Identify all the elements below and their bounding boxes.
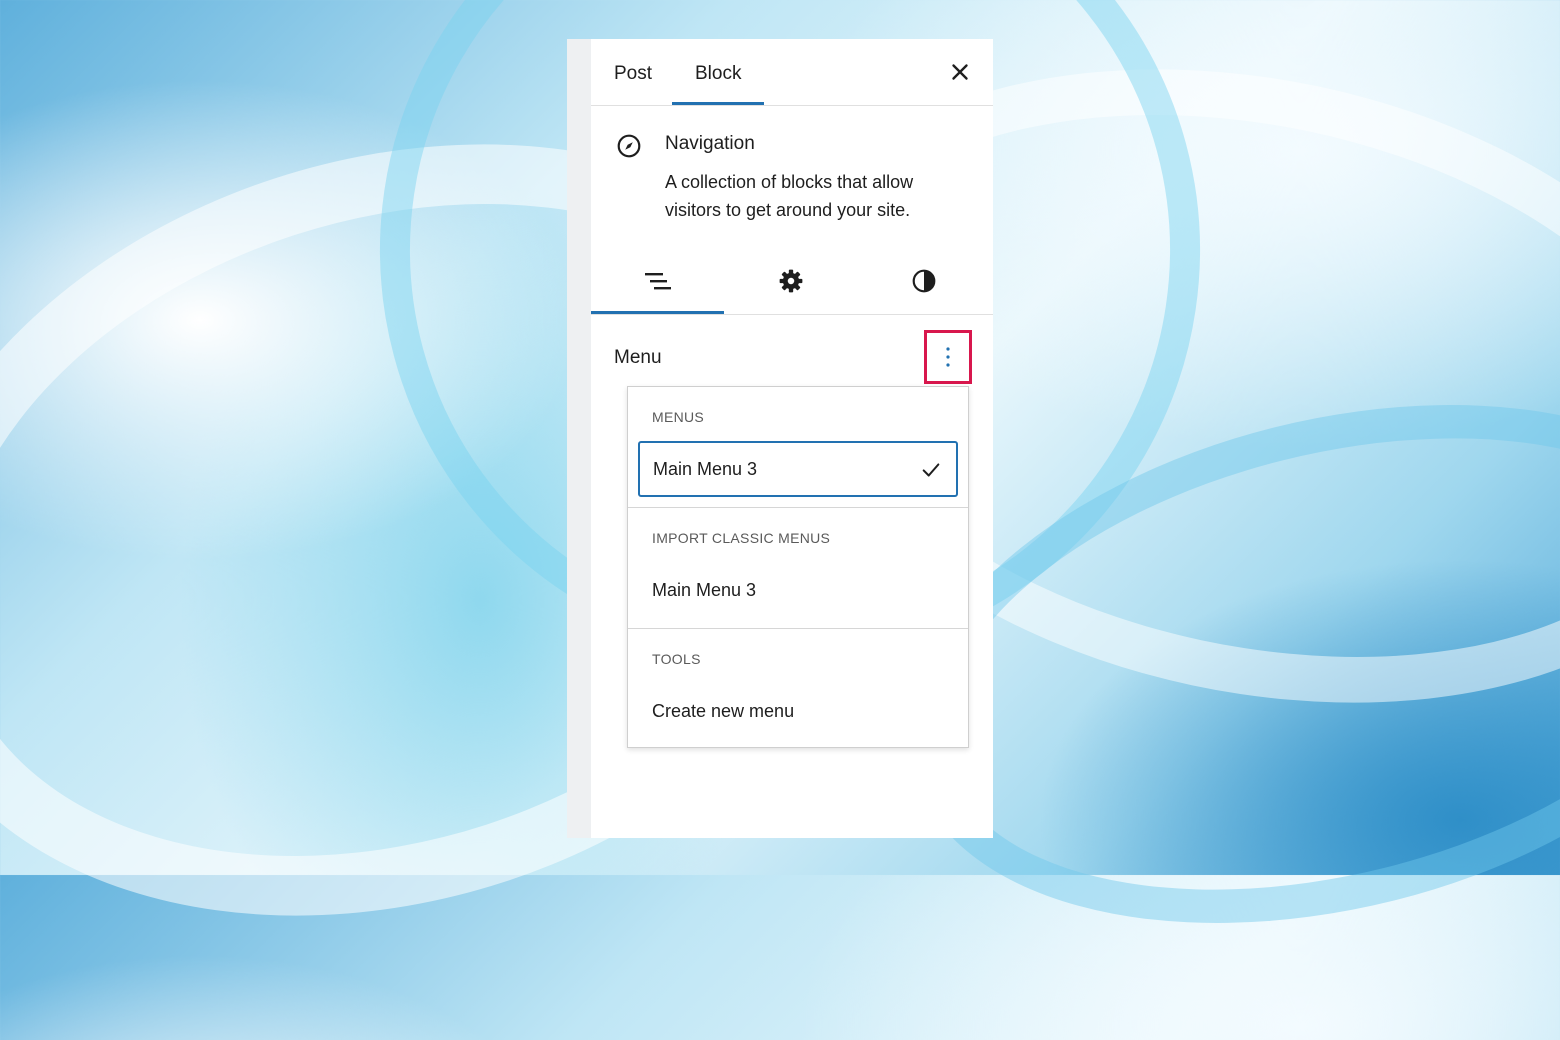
sidebar-tabs: Post Block bbox=[591, 39, 993, 106]
group-title: IMPORT CLASSIC MENUS bbox=[652, 530, 831, 546]
list-view-icon bbox=[644, 273, 671, 290]
gear-icon bbox=[779, 269, 802, 293]
group-title: TOOLS bbox=[652, 651, 701, 667]
tab-styles[interactable] bbox=[857, 248, 990, 314]
tools-group: TOOLS Create new menu bbox=[628, 629, 968, 749]
contrast-icon bbox=[912, 269, 935, 293]
menus-group: MENUS Main Menu 3 bbox=[628, 387, 968, 508]
vertical-ellipsis-icon bbox=[946, 347, 950, 367]
active-tab-indicator bbox=[591, 311, 724, 314]
import-classic-menus-group: IMPORT CLASSIC MENUS Main Menu 3 bbox=[628, 508, 968, 629]
menu-option-selected[interactable]: Main Menu 3 bbox=[638, 441, 958, 497]
classic-menu-option[interactable]: Main Menu 3 bbox=[652, 580, 756, 601]
create-new-menu-option[interactable]: Create new menu bbox=[652, 701, 794, 722]
block-title: Navigation bbox=[665, 133, 755, 154]
menu-option-label: Main Menu 3 bbox=[653, 459, 758, 479]
close-icon bbox=[952, 64, 968, 80]
menu-label: Menu bbox=[614, 347, 662, 368]
block-description: A collection of blocks that allow visito… bbox=[665, 172, 914, 220]
close-sidebar-button[interactable] bbox=[947, 59, 973, 85]
menu-options-dropdown: MENUS Main Menu 3 IMPORT CLASSIC MENUS M… bbox=[627, 386, 969, 748]
tab-block[interactable]: Block bbox=[695, 39, 741, 105]
checkmark-icon bbox=[922, 463, 940, 477]
block-inspector-tabs bbox=[591, 248, 993, 315]
menu-section-header: Menu bbox=[591, 315, 993, 389]
block-settings-sidebar: Post Block Navigation A collection of bl… bbox=[567, 39, 993, 838]
active-tab-indicator bbox=[672, 102, 764, 105]
menu-options-button[interactable] bbox=[924, 330, 972, 384]
block-card: Navigation A collection of blocks that a… bbox=[591, 106, 993, 248]
compass-icon bbox=[617, 134, 641, 158]
tab-list-view[interactable] bbox=[591, 248, 724, 314]
tab-post[interactable]: Post bbox=[614, 39, 652, 105]
tab-settings[interactable] bbox=[724, 248, 857, 314]
group-title: MENUS bbox=[652, 409, 705, 425]
